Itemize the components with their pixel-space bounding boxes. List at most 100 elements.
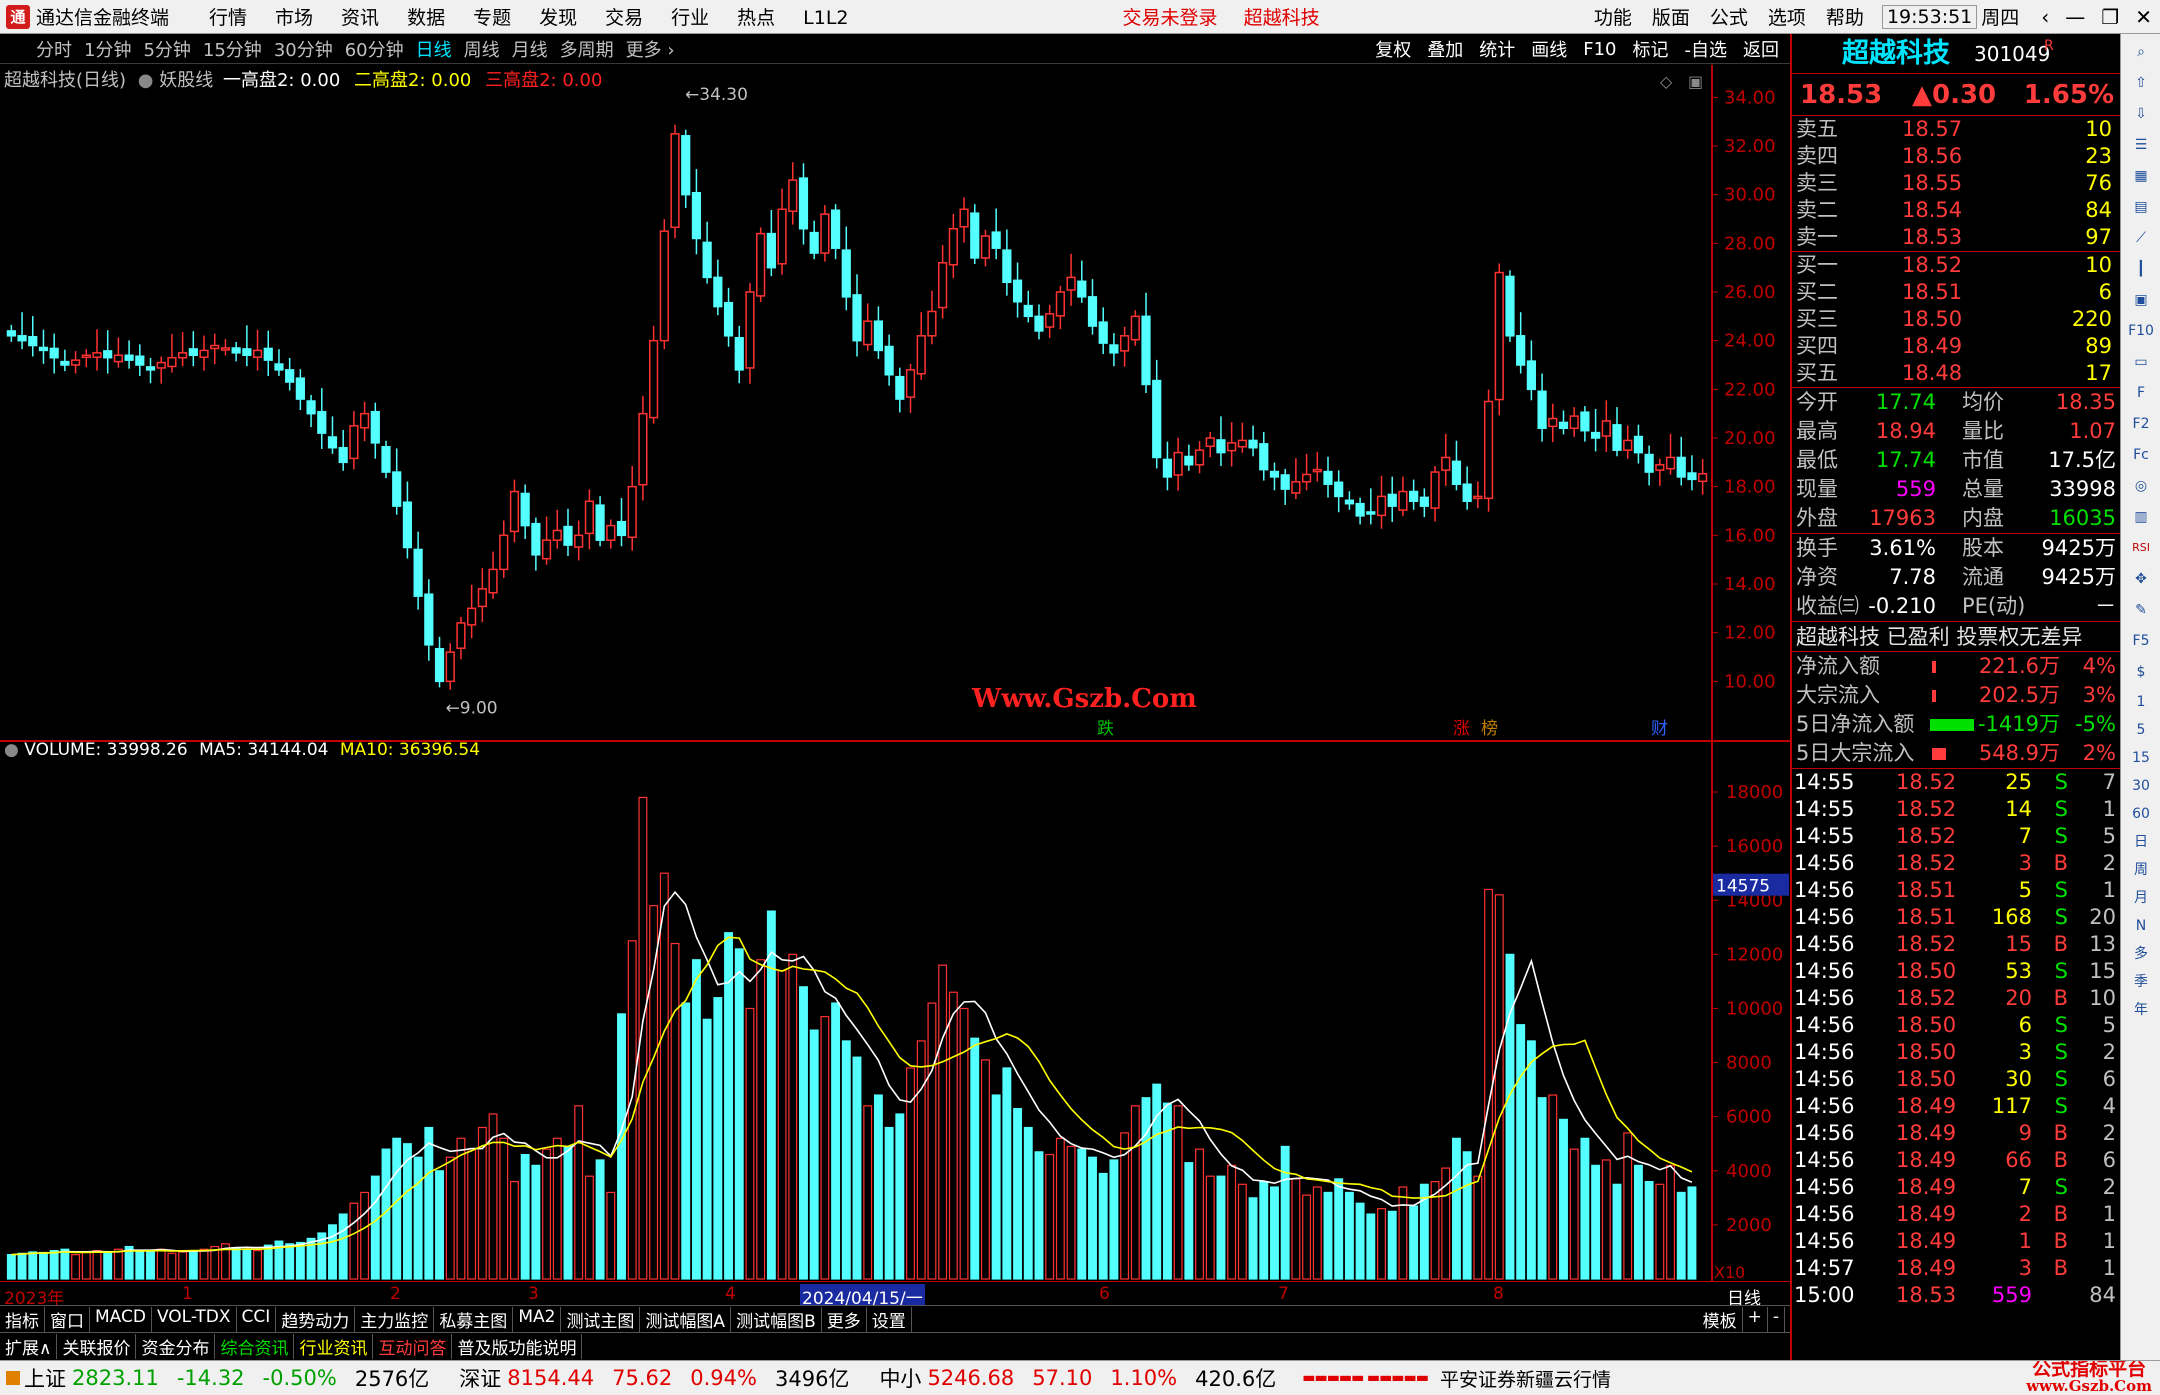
timeframe-tab-2[interactable]: 5分钟 <box>143 40 190 61</box>
indicator-tab-7[interactable]: 私募主图 <box>434 1306 514 1332</box>
tick-row-11[interactable]: 14:56 18.50 30 S 6 <box>1792 1066 2120 1093</box>
template-btn-2[interactable]: - <box>1768 1306 1785 1332</box>
extension-tab-2[interactable]: 资金分布 <box>136 1334 216 1359</box>
grid-icon[interactable]: ▤ <box>2127 194 2155 220</box>
indicator-tab-11[interactable]: 测试幅图B <box>731 1306 822 1332</box>
tick-row-15[interactable]: 14:56 18.49 7 S 2 <box>1792 1174 2120 1201</box>
f5-icon[interactable]: F5 <box>2127 628 2155 654</box>
sh-name[interactable]: 上证 <box>24 1363 66 1393</box>
search-icon[interactable]: ⌕ <box>2127 39 2155 65</box>
indicator-tab-12[interactable]: 更多 <box>822 1306 867 1332</box>
menu-item-3[interactable]: 数据 <box>407 7 445 29</box>
period-icon-8[interactable]: N <box>2127 914 2155 938</box>
tick-row-0[interactable]: 14:55 18.52 25 S 7 <box>1792 769 2120 796</box>
menu-item-8[interactable]: 热点 <box>737 7 775 29</box>
timeframe-tab-5[interactable]: 60分钟 <box>345 40 404 61</box>
extension-tab-6[interactable]: 普及版功能说明 <box>452 1334 583 1359</box>
kline-chart-svg[interactable]: 34.00 32.00 30.00 28.00 26.00 24.00 22.00 20.00… <box>0 65 1790 1281</box>
period-icon-5[interactable]: 日 <box>2127 830 2155 854</box>
tick-row-14[interactable]: 14:56 18.49 66 B 6 <box>1792 1147 2120 1174</box>
money-icon[interactable]: $ <box>2127 659 2155 685</box>
toolbar-btn-2[interactable]: 统计 <box>1479 36 1515 62</box>
toolbar-btn-7[interactable]: 返回 <box>1743 36 1779 62</box>
toolbar-btn-0[interactable]: 复权 <box>1375 36 1411 62</box>
tick-row-17[interactable]: 14:56 18.49 1 B 1 <box>1792 1228 2120 1255</box>
kline-icon[interactable]: ┃ <box>2127 256 2155 282</box>
login-status[interactable]: 交易未登录 <box>1123 7 1218 29</box>
period-icon-7[interactable]: 月 <box>2127 886 2155 910</box>
right-menu-item-4[interactable]: 帮助 <box>1826 3 1864 30</box>
tick-row-7[interactable]: 14:56 18.50 53 S 15 <box>1792 958 2120 985</box>
period-icon-6[interactable]: 周 <box>2127 858 2155 882</box>
period-icon-10[interactable]: 季 <box>2127 970 2155 994</box>
timeframe-tab-4[interactable]: 30分钟 <box>274 40 333 61</box>
move-icon[interactable]: ✥ <box>2127 566 2155 592</box>
menu-item-7[interactable]: 行业 <box>671 7 709 29</box>
arrow-up-icon[interactable]: ⇧ <box>2127 70 2155 96</box>
timeframe-tab-3[interactable]: 15分钟 <box>203 40 262 61</box>
right-menu-item-3[interactable]: 选项 <box>1768 3 1806 30</box>
tick-row-6[interactable]: 14:56 18.52 15 B 13 <box>1792 931 2120 958</box>
doc-icon[interactable]: ▭ <box>2127 349 2155 375</box>
tick-row-19[interactable]: 15:00 18.53 559 84 <box>1792 1282 2120 1309</box>
period-icon-0[interactable]: 1 <box>2127 690 2155 714</box>
marker-label-1[interactable]: 涨 <box>1453 719 1470 739</box>
template-btn-0[interactable]: 模板 <box>1698 1306 1743 1332</box>
kline-chart-area[interactable]: 34.00 32.00 30.00 28.00 26.00 24.00 22.00 20.00… <box>0 65 1790 1320</box>
tick-row-13[interactable]: 14:56 18.49 9 B 2 <box>1792 1120 2120 1147</box>
sz-name[interactable]: 深证 <box>459 1363 501 1393</box>
indicator-tab-5[interactable]: 趋势动力 <box>276 1306 356 1332</box>
timeframe-tab-7[interactable]: 周线 <box>464 40 500 61</box>
timeframe-tab-10[interactable]: 更多 › <box>626 40 675 61</box>
bar-icon[interactable]: ▥ <box>2127 504 2155 530</box>
table-icon[interactable]: ▦ <box>2127 163 2155 189</box>
period-icon-9[interactable]: 多 <box>2127 942 2155 966</box>
close-icon[interactable]: ✕ <box>2135 5 2152 29</box>
menu-item-2[interactable]: 资讯 <box>341 7 379 29</box>
vol-collapse-icon[interactable]: ● <box>4 740 19 760</box>
tick-row-12[interactable]: 14:56 18.49 117 S 4 <box>1792 1093 2120 1120</box>
menu-item-4[interactable]: 专题 <box>473 7 511 29</box>
restore-icon[interactable]: ❐ <box>2101 5 2119 29</box>
indicator-tab-8[interactable]: MA2 <box>513 1306 562 1332</box>
window-icon[interactable]: ▣ <box>2127 287 2155 313</box>
f2-icon[interactable]: F2 <box>2127 411 2155 437</box>
timeframe-tab-9[interactable]: 多周期 <box>560 40 614 61</box>
extension-tab-0[interactable]: 扩展∧ <box>0 1334 58 1359</box>
rsi-icon[interactable]: RSI <box>2127 535 2155 561</box>
timeframe-tab-8[interactable]: 月线 <box>512 40 548 61</box>
arrow-down-icon[interactable]: ⇩ <box>2127 101 2155 127</box>
tick-row-5[interactable]: 14:56 18.51 168 S 20 <box>1792 904 2120 931</box>
right-menu-item-2[interactable]: 公式 <box>1710 3 1748 30</box>
timeframe-tab-1[interactable]: 1分钟 <box>84 40 131 61</box>
timeframe-tab-6[interactable]: 日线 <box>416 40 452 61</box>
menu-item-6[interactable]: 交易 <box>605 7 643 29</box>
menu-item-5[interactable]: 发现 <box>539 7 577 29</box>
marker-label-0[interactable]: 跌 <box>1097 719 1114 739</box>
indicator-tab-9[interactable]: 测试主图 <box>561 1306 641 1332</box>
diamond-icon[interactable]: ◇ <box>1660 72 1673 91</box>
marker-label-2[interactable]: 榜 <box>1481 719 1498 739</box>
settings-circle-icon[interactable]: ● <box>138 70 154 91</box>
indicator-tab-0[interactable]: 指标 <box>0 1306 45 1332</box>
f10-icon[interactable]: F10 <box>2127 318 2155 344</box>
tick-row-4[interactable]: 14:56 18.51 5 S 1 <box>1792 877 2120 904</box>
extension-tab-3[interactable]: 综合资讯 <box>215 1334 295 1359</box>
tick-row-8[interactable]: 14:56 18.52 20 B 10 <box>1792 985 2120 1012</box>
tick-list[interactable]: 14:55 18.52 25 S 7 14:55 18.52 14 S 1 14:55 18.52 7 S… <box>1792 769 2120 1309</box>
toolbar-btn-6[interactable]: -自选 <box>1685 36 1728 62</box>
zx-name[interactable]: 中小 <box>879 1363 921 1393</box>
tick-row-2[interactable]: 14:55 18.52 7 S 5 <box>1792 823 2120 850</box>
indicator-tab-4[interactable]: CCI <box>237 1306 277 1332</box>
back-icon[interactable]: ‹ <box>2041 5 2049 29</box>
tick-row-9[interactable]: 14:56 18.50 6 S 5 <box>1792 1012 2120 1039</box>
period-icon-11[interactable]: 年 <box>2127 998 2155 1022</box>
panel-toggle-icon[interactable]: ▣ <box>1688 72 1703 91</box>
pen-icon[interactable]: ✎ <box>2127 597 2155 623</box>
list-icon[interactable]: ☰ <box>2127 132 2155 158</box>
toolbar-btn-3[interactable]: 画线 <box>1531 36 1567 62</box>
toolbar-btn-5[interactable]: 标记 <box>1633 36 1669 62</box>
extension-tab-5[interactable]: 互动问答 <box>373 1334 453 1359</box>
indicator-tab-3[interactable]: VOL-TDX <box>152 1306 237 1332</box>
indicator-tab-1[interactable]: 窗口 <box>45 1306 90 1332</box>
